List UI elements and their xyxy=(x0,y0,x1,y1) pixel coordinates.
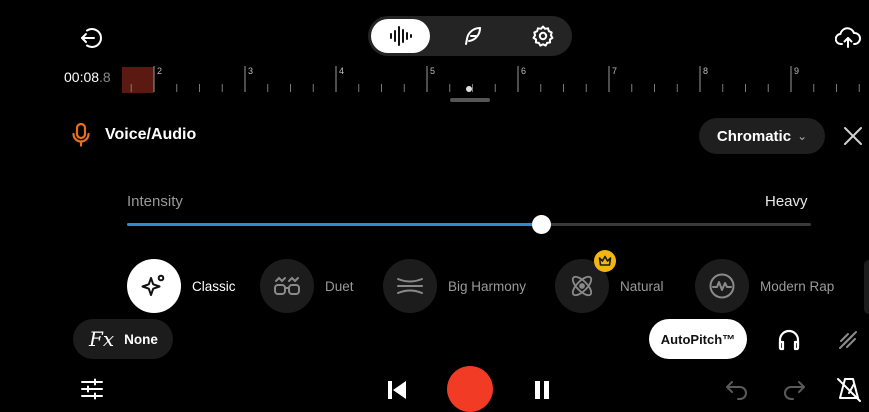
duet-glasses-icon xyxy=(272,273,302,299)
upload-button[interactable] xyxy=(834,24,862,52)
feather-icon xyxy=(460,24,484,48)
preset-label: Natural xyxy=(620,278,664,294)
preset-circle xyxy=(260,259,314,313)
close-button[interactable] xyxy=(840,123,866,149)
skip-back-icon xyxy=(385,378,409,402)
preset-label: Duet xyxy=(325,278,354,294)
ruler-label: 6 xyxy=(521,66,526,76)
waveform-icon xyxy=(388,25,414,47)
redo-button[interactable] xyxy=(779,376,809,402)
autopitch-button[interactable]: AutoPitch™ xyxy=(649,319,747,359)
sliders-icon xyxy=(80,377,104,401)
time-main: 00:08 xyxy=(64,69,100,85)
tune-off-icon xyxy=(836,328,860,352)
sparkle-icon xyxy=(140,272,168,300)
gear-icon xyxy=(531,24,555,48)
mixer-button[interactable] xyxy=(79,376,105,402)
atom-icon xyxy=(567,271,597,301)
ruler-label: 7 xyxy=(612,66,617,76)
exit-icon xyxy=(79,26,103,50)
preset-circle xyxy=(127,259,181,313)
intensity-label: Intensity xyxy=(127,193,183,210)
track-name: Voice/Audio xyxy=(105,126,197,143)
panel-drag-handle[interactable] xyxy=(450,98,490,102)
preset-overflow-edge[interactable] xyxy=(864,260,869,314)
time-fraction: .8 xyxy=(99,69,111,85)
pause-button[interactable] xyxy=(528,376,556,404)
metronome-off-icon xyxy=(836,376,862,402)
fx-symbol: Fx xyxy=(89,327,115,351)
preset-duet[interactable]: Duet xyxy=(260,259,354,313)
undo-button[interactable] xyxy=(722,376,752,402)
wave-circle-icon xyxy=(707,271,737,301)
preset-big-harmony[interactable]: Big Harmony xyxy=(383,259,527,313)
ruler-label: 5 xyxy=(430,66,435,76)
preset-circle xyxy=(555,250,616,313)
close-icon xyxy=(842,125,864,147)
skip-back-button[interactable] xyxy=(383,376,411,404)
pause-icon xyxy=(531,378,553,402)
metronome-off-button[interactable] xyxy=(834,374,864,404)
preset-label: Big Harmony xyxy=(448,278,527,294)
mode-switcher xyxy=(368,16,572,56)
preset-label: Classic xyxy=(192,278,236,294)
fx-value: None xyxy=(124,331,158,347)
microphone-icon xyxy=(69,121,93,149)
intensity-value: Heavy xyxy=(765,193,808,210)
record-button[interactable] xyxy=(447,366,493,412)
ruler-marker-dot xyxy=(466,86,472,92)
harmony-lines-icon xyxy=(395,275,425,297)
monitor-button[interactable] xyxy=(775,326,803,354)
headphones-icon xyxy=(777,328,801,352)
preset-circle xyxy=(695,259,749,313)
mode-tab-lyrics[interactable] xyxy=(442,19,501,53)
mode-tab-settings[interactable] xyxy=(513,19,572,53)
ruler-label: 4 xyxy=(339,66,344,76)
redo-icon xyxy=(781,378,807,400)
preset-label: Modern Rap xyxy=(760,278,835,294)
ruler-label: 3 xyxy=(248,66,253,76)
preset-circle xyxy=(383,259,437,313)
undo-icon xyxy=(724,378,750,400)
pitch-correction-off-button[interactable] xyxy=(834,326,862,354)
chevron-down-icon: ⌄ xyxy=(797,129,808,143)
ruler-label: 9 xyxy=(794,66,799,76)
fx-selector[interactable]: Fx None xyxy=(73,319,173,359)
time-readout: 00:08.8 xyxy=(64,69,111,85)
timeline-ruler[interactable]: 2 3 4 5 6 7 8 9 xyxy=(124,64,869,96)
ruler-label: 8 xyxy=(703,66,708,76)
scale-value: Chromatic xyxy=(716,127,792,145)
premium-crown-icon xyxy=(594,250,616,272)
exit-button[interactable] xyxy=(78,25,104,51)
preset-modern-rap[interactable]: Modern Rap xyxy=(695,259,835,313)
cloud-upload-icon xyxy=(835,26,861,50)
scale-dropdown[interactable]: Chromatic ⌄ xyxy=(699,118,825,154)
intensity-slider-fill xyxy=(127,223,542,226)
intensity-slider-thumb[interactable] xyxy=(532,215,551,234)
preset-classic[interactable]: Classic xyxy=(127,259,236,313)
preset-natural[interactable]: Natural xyxy=(555,250,664,313)
ruler-label: 2 xyxy=(157,66,162,76)
mode-tab-vocal[interactable] xyxy=(371,19,430,53)
